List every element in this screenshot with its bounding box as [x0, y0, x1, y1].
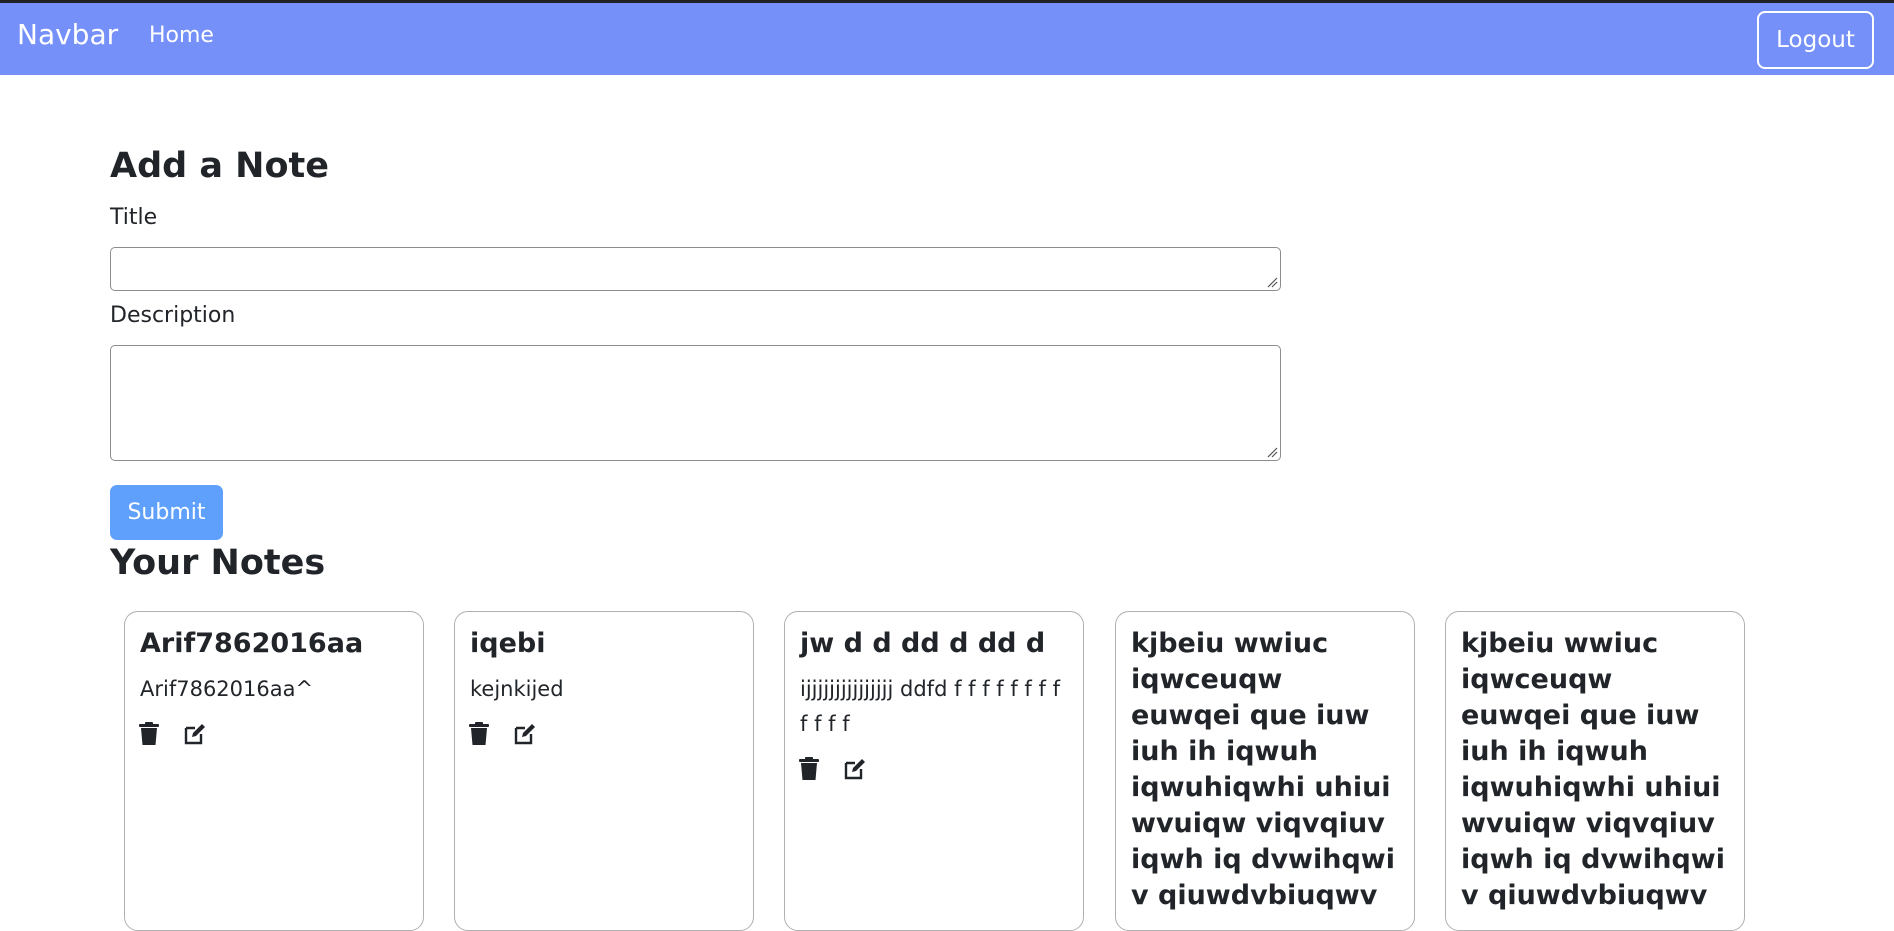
description-input[interactable] [110, 345, 1281, 461]
navbar: Navbar Home Logout [0, 3, 1894, 75]
edit-icon[interactable] [513, 721, 537, 747]
resize-handle-icon[interactable] [1266, 276, 1278, 288]
trash-icon[interactable] [137, 721, 161, 747]
note-card: jw d d dd d dd d ijjjjjjjjjjjjjjj ddfd f… [784, 611, 1084, 931]
resize-handle-icon[interactable] [1266, 446, 1278, 458]
logout-button[interactable]: Logout [1757, 11, 1874, 69]
edit-icon[interactable] [843, 756, 867, 782]
note-actions [467, 721, 738, 747]
note-actions [797, 756, 1068, 782]
title-label: Title [110, 205, 158, 230]
note-actions [137, 721, 408, 747]
note-description: kejnkijed [470, 677, 564, 701]
note-description: Arif7862016aa^ [140, 677, 314, 701]
navbar-brand[interactable]: Navbar [17, 18, 118, 51]
nav-link-home[interactable]: Home [149, 23, 214, 48]
your-notes-heading: Your Notes [110, 543, 326, 583]
description-label: Description [110, 303, 236, 328]
note-description: ijjjjjjjjjjjjjjj ddfd f f f f f f f f f … [800, 677, 1060, 736]
submit-button[interactable]: Submit [110, 485, 223, 540]
edit-icon[interactable] [183, 721, 207, 747]
trash-icon[interactable] [467, 721, 491, 747]
note-card: kjbeiu wwiuc iqwceuqw euwqei que iuw iuh… [1445, 611, 1745, 931]
note-card: Arif7862016aa Arif7862016aa^ [124, 611, 424, 931]
note-title: jw d d dd d dd d [800, 628, 1046, 659]
note-card: kjbeiu wwiuc iqwceuqw euwqei que iuw iuh… [1115, 611, 1415, 931]
note-title: iqebi [470, 628, 546, 659]
title-input[interactable] [110, 247, 1281, 291]
trash-icon[interactable] [797, 756, 821, 782]
add-note-heading: Add a Note [110, 146, 329, 186]
note-card: iqebi kejnkijed [454, 611, 754, 931]
note-title: Arif7862016aa [140, 628, 364, 659]
note-title: kjbeiu wwiuc iqwceuqw euwqei que iuw iuh… [1131, 628, 1396, 911]
note-title: kjbeiu wwiuc iqwceuqw euwqei que iuw iuh… [1461, 628, 1726, 911]
